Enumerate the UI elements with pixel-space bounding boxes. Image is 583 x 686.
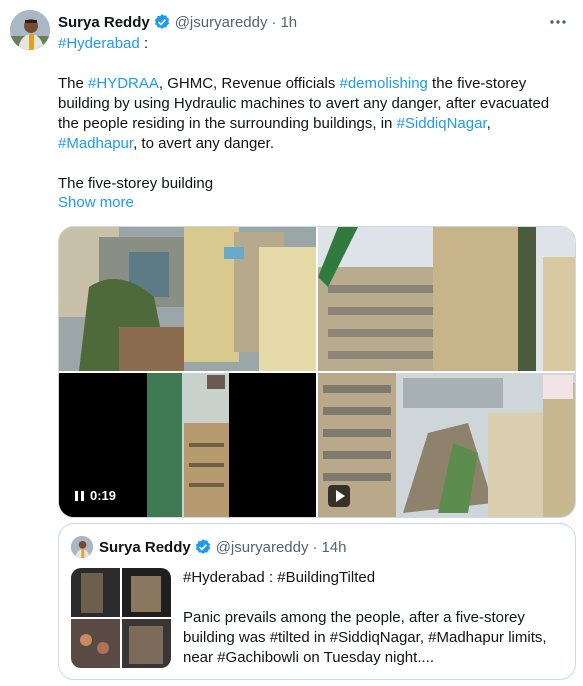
hashtag-hydraa[interactable]: #HYDRAA — [88, 75, 159, 92]
hashtag-hyderabad[interactable]: #Hyderabad — [58, 35, 140, 52]
media-grid: 0:19 — [58, 226, 576, 518]
separator: · — [271, 13, 277, 31]
text-segment: , — [486, 115, 491, 132]
quoted-tweet-time: 14h — [321, 538, 347, 556]
media-photo-4[interactable] — [318, 373, 575, 517]
show-more-link[interactable]: Show more — [58, 193, 134, 213]
quoted-tweet[interactable]: Surya Reddy @jsuryareddy · 14h #Hyderaba… — [58, 523, 576, 680]
verified-badge-icon — [153, 13, 171, 31]
video-time-badge[interactable]: 0:19 — [69, 486, 123, 505]
quoted-author-avatar[interactable] — [71, 536, 93, 558]
separator: · — [312, 538, 318, 556]
media-photo-2[interactable] — [318, 227, 575, 371]
play-icon[interactable] — [328, 485, 350, 507]
quoted-media-thumbnail[interactable] — [71, 568, 171, 668]
quoted-author-handle: @jsuryareddy — [215, 538, 309, 556]
media-photo-1[interactable] — [59, 227, 316, 371]
tweet-header: Surya Reddy @jsuryareddy · 1h — [58, 12, 297, 32]
quoted-tweet-text: #Hyderabad : #BuildingTilted Panic preva… — [183, 568, 563, 668]
tweet-time[interactable]: 1h — [280, 14, 297, 31]
pause-icon[interactable] — [75, 490, 84, 501]
author-avatar[interactable] — [10, 10, 50, 50]
video-duration: 0:19 — [90, 488, 117, 503]
hashtag-siddiqnagar[interactable]: #SiddiqNagar — [397, 115, 487, 132]
author-name[interactable]: Surya Reddy — [58, 14, 150, 31]
more-horizontal-icon[interactable] — [547, 12, 569, 32]
verified-badge-icon — [194, 538, 212, 556]
quoted-tweet-header: Surya Reddy @jsuryareddy · 14h — [99, 537, 347, 557]
text-segment: The — [58, 75, 89, 92]
text-segment: , GHMC, Revenue officials — [158, 75, 340, 92]
quoted-text-line: #Hyderabad : #BuildingTilted — [183, 569, 376, 586]
text-paragraph: The five-storey building — [58, 175, 214, 192]
media-video[interactable]: 0:19 — [59, 373, 316, 517]
text-segment: , to avert any danger. — [133, 135, 274, 152]
text-segment: : — [139, 35, 149, 52]
quoted-author-name[interactable]: Surya Reddy — [99, 539, 191, 556]
hashtag-demolishing[interactable]: #demolishing — [340, 75, 428, 92]
author-handle[interactable]: @jsuryareddy — [175, 14, 268, 31]
hashtag-madhapur[interactable]: #Madhapur — [58, 135, 133, 152]
tweet-text: #Hyderabad : The #HYDRAA, GHMC, Revenue … — [58, 34, 568, 194]
quoted-text-body: Panic prevails among the people, after a… — [183, 609, 547, 666]
